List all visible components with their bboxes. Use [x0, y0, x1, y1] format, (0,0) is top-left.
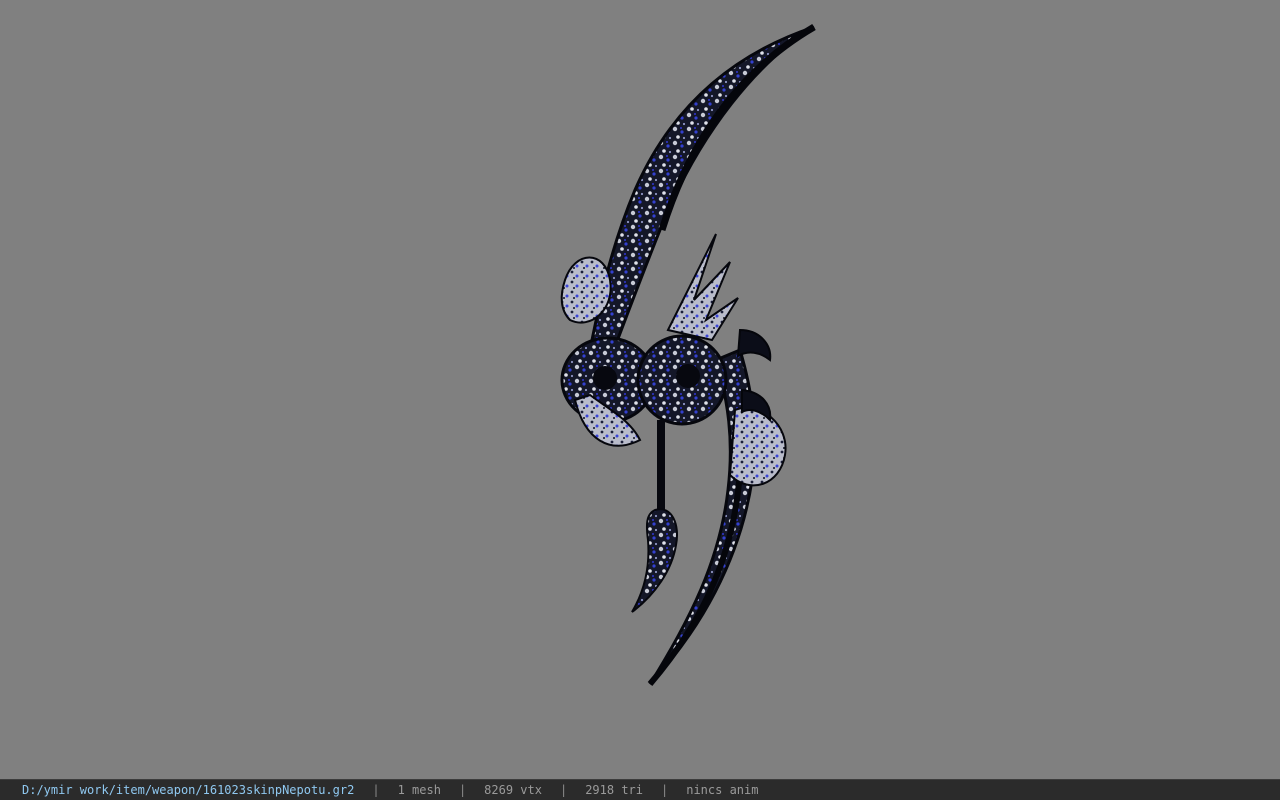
right-ornament	[728, 406, 787, 487]
mesh-count: 1 mesh	[397, 783, 441, 797]
status-separator: |	[372, 783, 380, 797]
vertex-count: 8269 vtx	[484, 783, 542, 797]
status-separator: |	[458, 783, 467, 797]
guard-spikes	[666, 233, 739, 342]
weapon-model-render	[560, 23, 816, 686]
handle	[657, 420, 665, 515]
status-separator: |	[661, 783, 669, 797]
status-bar: D:/ymir work/item/weapon/161023skinpNepo…	[0, 779, 1280, 800]
guard-left-eye	[593, 366, 617, 390]
animation-status: nincs anim	[686, 783, 759, 797]
status-separator: |	[559, 783, 568, 797]
triangle-count: 2918 tri	[585, 783, 643, 797]
file-path: D:/ymir work/item/weapon/161023skinpNepo…	[22, 783, 355, 797]
guard-right-eye	[676, 364, 700, 388]
pendant	[631, 508, 678, 613]
3d-viewport[interactable]	[0, 0, 1280, 779]
